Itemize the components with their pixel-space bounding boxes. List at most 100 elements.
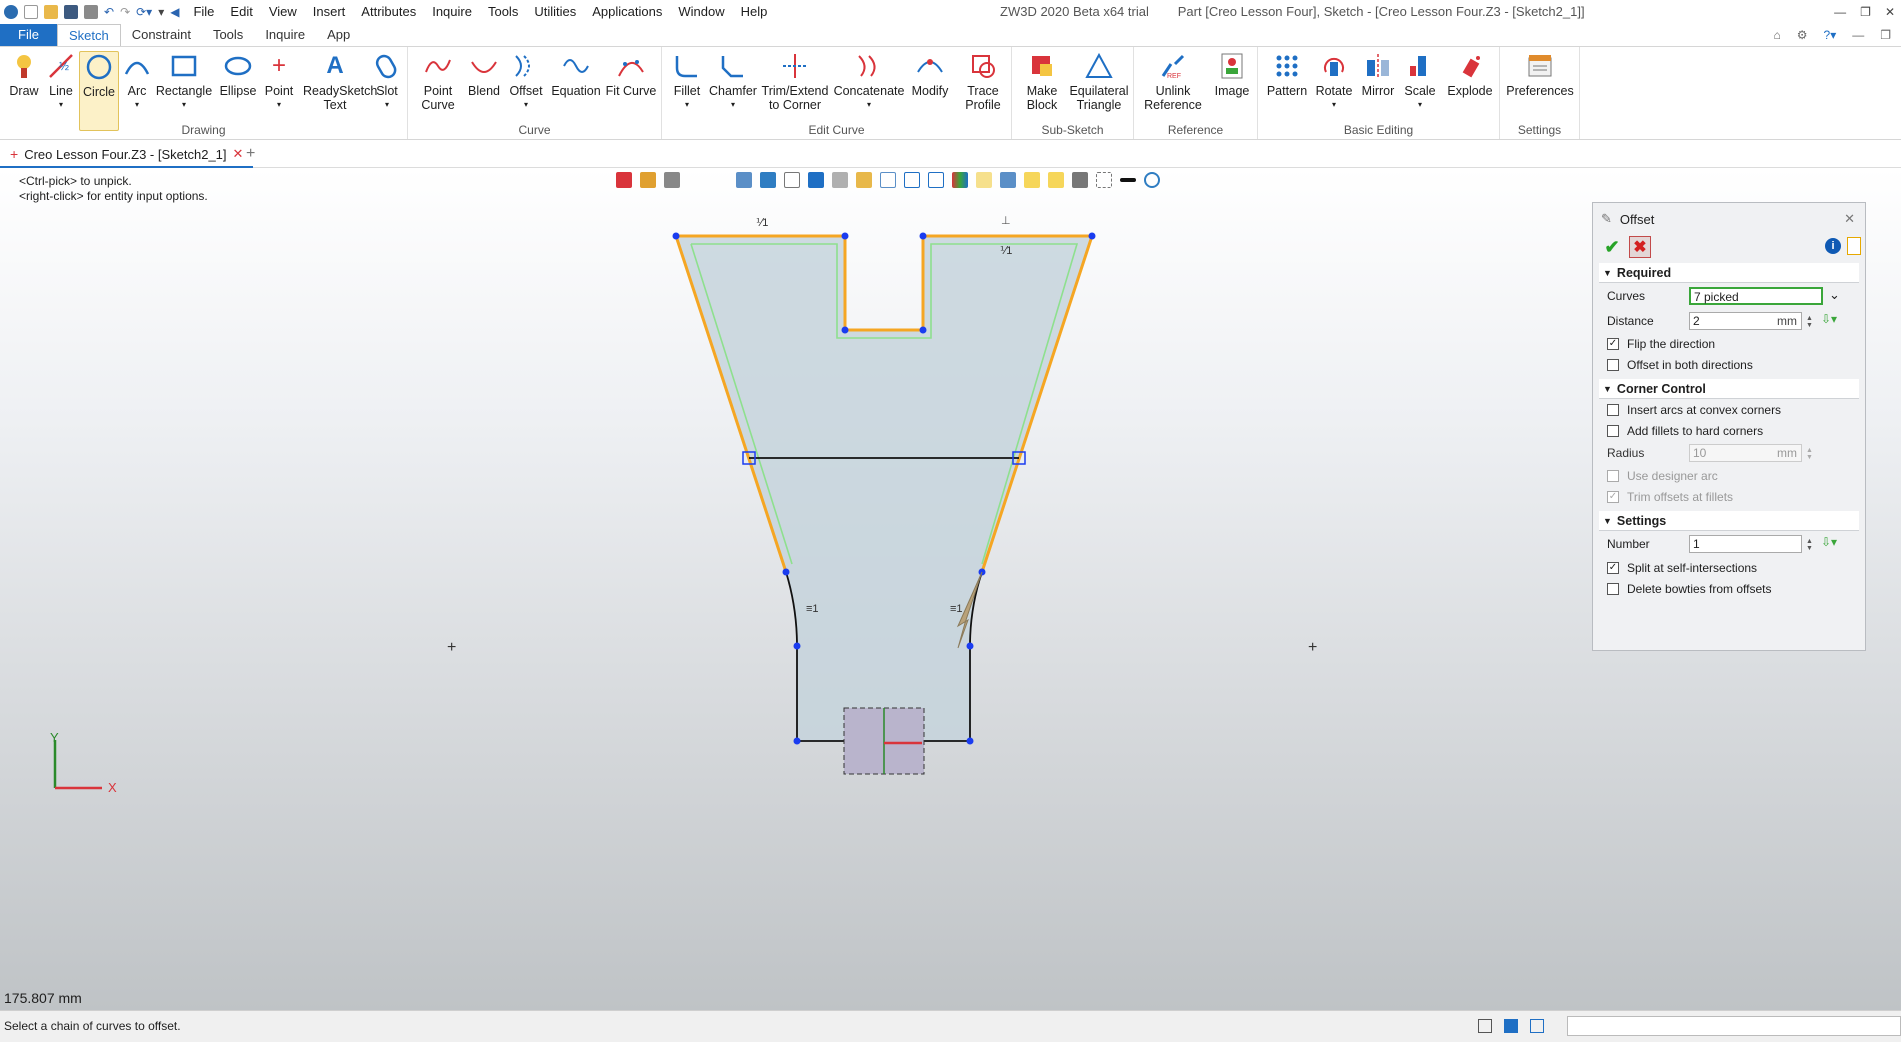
close-panel-icon[interactable]: ✕: [1844, 211, 1855, 227]
draw-button[interactable]: Draw: [6, 51, 42, 98]
delete-bowties-checkbox[interactable]: [1607, 582, 1619, 595]
curves-field[interactable]: 7 picked: [1689, 287, 1823, 305]
menu-utilities[interactable]: Utilities: [526, 0, 584, 24]
readysketch-text-button[interactable]: A ReadySketch Text: [300, 51, 377, 113]
ellipse-button[interactable]: Ellipse: [218, 51, 258, 98]
concatenate-button[interactable]: Concatenate ▾: [834, 51, 904, 112]
undo-icon[interactable]: ↶: [104, 5, 114, 19]
trace-profile-button[interactable]: Trace Profile: [958, 51, 1008, 112]
circle-button[interactable]: Circle: [79, 51, 119, 131]
menu-help[interactable]: Help: [733, 0, 776, 24]
split-self-checkbox[interactable]: ✓: [1607, 561, 1619, 574]
expand-list-icon[interactable]: ⌄: [1829, 287, 1840, 303]
document-tab[interactable]: + Creo Lesson Four.Z3 - [Sketch2_1] ✕: [0, 142, 254, 168]
offset-both-row[interactable]: Offset in both directions: [1599, 354, 1859, 375]
add-fillets-checkbox[interactable]: [1607, 424, 1619, 437]
ok-button[interactable]: ✔: [1601, 236, 1623, 258]
new-file-icon[interactable]: [24, 5, 38, 19]
menu-window[interactable]: Window: [670, 0, 732, 24]
distance-spinner[interactable]: ▲ ▼: [1806, 315, 1813, 329]
scale-button[interactable]: Scale ▾: [1400, 51, 1440, 112]
print-icon[interactable]: [84, 5, 98, 19]
help-icon[interactable]: ?▾: [1824, 24, 1837, 46]
fit-curve-button[interactable]: Fit Curve: [606, 51, 656, 98]
trim-extend-button[interactable]: Trim/Extend to Corner: [760, 51, 830, 112]
offset-both-checkbox[interactable]: [1607, 358, 1619, 371]
back-arrow-icon[interactable]: ◀: [170, 5, 179, 19]
section-corner-control[interactable]: ▼ Corner Control: [1599, 379, 1859, 399]
tab-sketch[interactable]: Sketch: [56, 24, 121, 46]
point-button[interactable]: + Point ▾: [262, 51, 296, 112]
line-button[interactable]: ½ Line ▾: [44, 51, 78, 112]
slot-button[interactable]: Slot ▾: [372, 51, 402, 112]
flip-direction-checkbox[interactable]: ✓: [1607, 337, 1619, 350]
variable-icon[interactable]: ⇩▾: [1821, 535, 1837, 549]
offset-button[interactable]: Offset ▾: [508, 51, 544, 112]
point-curve-button[interactable]: Point Curve: [414, 51, 462, 112]
home-icon[interactable]: ⌂: [1774, 24, 1781, 46]
tab-inquire[interactable]: Inquire: [254, 24, 316, 46]
menu-attributes[interactable]: Attributes: [353, 0, 424, 24]
unlink-reference-button[interactable]: REF Unlink Reference: [1140, 51, 1206, 112]
mirror-button[interactable]: Mirror: [1358, 51, 1398, 98]
make-block-button[interactable]: Make Block: [1020, 51, 1064, 112]
section-required[interactable]: ▼ Required: [1599, 263, 1859, 283]
list-view-icon[interactable]: [1530, 1019, 1544, 1033]
ribbon-minimize-icon[interactable]: —: [1852, 24, 1864, 46]
menu-tools[interactable]: Tools: [480, 0, 526, 24]
cancel-button[interactable]: ✖: [1629, 236, 1651, 258]
ribbon-restore-icon[interactable]: ❐: [1880, 24, 1891, 46]
fillet-button[interactable]: Fillet ▾: [668, 51, 706, 112]
regen-icon[interactable]: ⟳▾: [136, 5, 152, 19]
menu-file[interactable]: File: [185, 0, 222, 24]
blend-button[interactable]: Blend: [466, 51, 502, 98]
distance-input[interactable]: 2 mm: [1689, 312, 1802, 330]
pattern-button[interactable]: Pattern: [1264, 51, 1310, 98]
chamfer-button[interactable]: Chamfer ▾: [708, 51, 758, 112]
number-input[interactable]: 1: [1689, 535, 1802, 553]
tab-constraint[interactable]: Constraint: [121, 24, 202, 46]
close-tab-icon[interactable]: ✕: [233, 146, 244, 162]
explode-button[interactable]: Explode: [1446, 51, 1494, 98]
arc-button[interactable]: Arc ▾: [122, 51, 152, 112]
menu-edit[interactable]: Edit: [222, 0, 260, 24]
settings-gear-icon[interactable]: ⚙: [1797, 24, 1808, 46]
close-window-icon[interactable]: ✕: [1885, 0, 1895, 24]
modify-button[interactable]: Modify: [908, 51, 952, 98]
restore-icon[interactable]: ❐: [1860, 0, 1871, 24]
equation-button[interactable]: Equation: [551, 51, 601, 98]
add-fillets-row[interactable]: Add fillets to hard corners: [1599, 420, 1859, 441]
number-spinner[interactable]: ▲ ▼: [1806, 538, 1813, 552]
menu-applications[interactable]: Applications: [584, 0, 670, 24]
command-input[interactable]: [1567, 1016, 1901, 1036]
insert-arcs-checkbox[interactable]: [1607, 403, 1619, 416]
save-icon[interactable]: [64, 5, 78, 19]
variable-icon[interactable]: ⇩▾: [1821, 312, 1837, 326]
split-self-row[interactable]: ✓ Split at self-intersections: [1599, 557, 1859, 578]
rectangle-button[interactable]: Rectangle ▾: [156, 51, 212, 112]
rotate-button[interactable]: Rotate ▾: [1314, 51, 1354, 112]
tab-app[interactable]: App: [316, 24, 361, 46]
help-book-icon[interactable]: [1847, 237, 1861, 255]
image-button[interactable]: Image: [1212, 51, 1252, 98]
menu-inquire[interactable]: Inquire: [424, 0, 480, 24]
customize-qa-icon[interactable]: ▾: [158, 5, 164, 19]
tab-tools[interactable]: Tools: [202, 24, 254, 46]
redo-icon[interactable]: ↷: [120, 5, 130, 19]
add-tab-icon[interactable]: +: [246, 145, 255, 163]
layout-icon[interactable]: [1478, 1019, 1492, 1033]
equilateral-triangle-button[interactable]: Equilateral Triangle: [1068, 51, 1130, 112]
menu-insert[interactable]: Insert: [305, 0, 354, 24]
minimize-icon[interactable]: —: [1834, 0, 1846, 24]
open-folder-icon[interactable]: [44, 5, 58, 19]
tab-file[interactable]: File: [0, 24, 57, 46]
insert-arcs-row[interactable]: Insert arcs at convex corners: [1599, 399, 1859, 420]
flip-direction-row[interactable]: ✓ Flip the direction: [1599, 333, 1859, 354]
menu-view[interactable]: View: [261, 0, 305, 24]
delete-bowties-row[interactable]: Delete bowties from offsets: [1599, 578, 1859, 599]
preferences-button[interactable]: Preferences: [1506, 51, 1574, 98]
quick-access-toolbar: ↶ ↷ ⟳▾ ▾ ◀: [0, 5, 179, 19]
monitor-icon[interactable]: [1504, 1019, 1518, 1033]
section-settings[interactable]: ▼ Settings: [1599, 511, 1859, 531]
info-icon[interactable]: i: [1825, 238, 1841, 254]
